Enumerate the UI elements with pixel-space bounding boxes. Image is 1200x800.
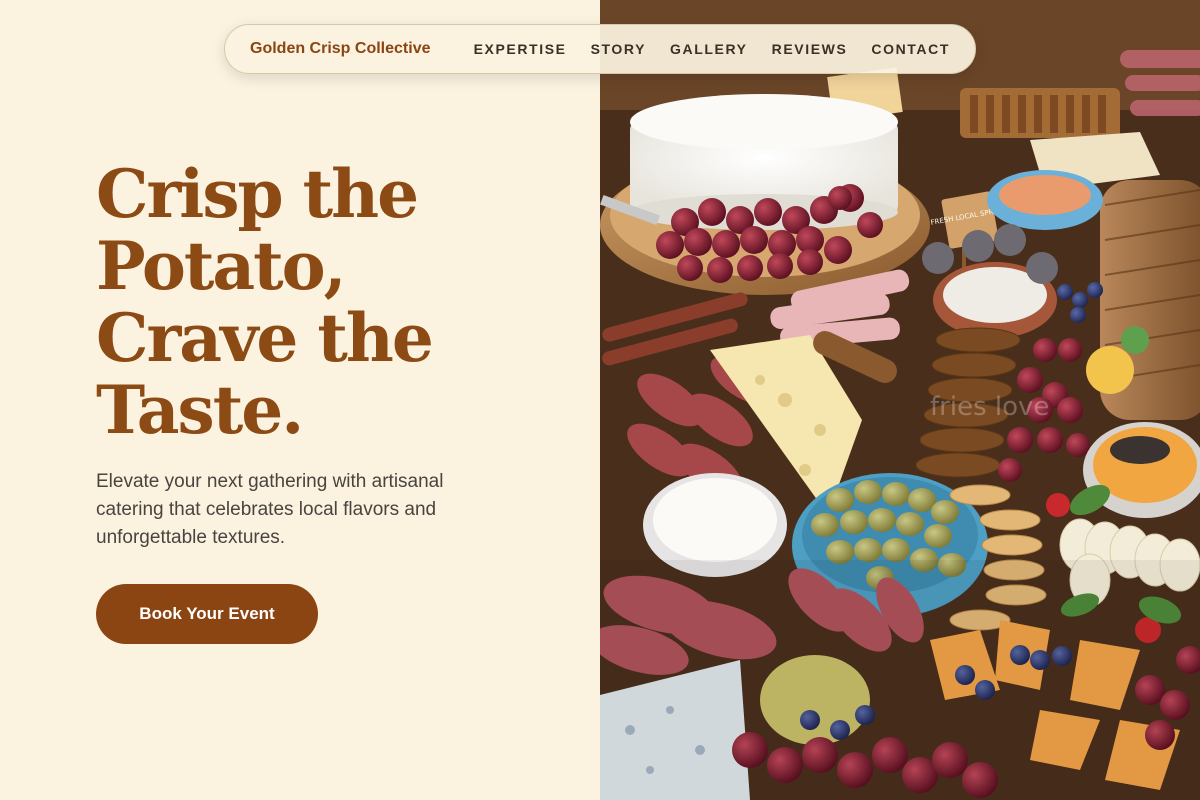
charcuterie-board-photo: FRESH LOCAL SPREAD fries love [600,0,1200,800]
book-event-button[interactable]: Book Your Event [96,584,318,644]
nav-link-story[interactable]: STORY [591,41,646,57]
hero-tagline: Elevate your next gathering with artisan… [96,471,444,548]
top-nav: Golden Crisp Collective EXPERTISE STORY … [224,24,976,74]
headline-line-3: Crave the [96,299,434,377]
nav-link-reviews[interactable]: REVIEWS [772,41,848,57]
hero-section: Crisp the Potato, Crave the Taste. Eleva… [0,0,600,800]
hero-headline: Crisp the Potato, Crave the Taste. [96,158,576,446]
charcuterie-photo: FRESH LOCAL SPREAD fries love [600,0,1200,800]
headline-line-4: Taste. [96,371,304,449]
nav-link-contact[interactable]: CONTACT [871,41,950,57]
photo-watermark: fries love [930,392,1049,422]
brand-logo-link[interactable]: Golden Crisp Collective [250,40,430,58]
headline-line-1: Crisp the [96,155,419,233]
nav-links: EXPERTISE STORY GALLERY REVIEWS CONTACT [474,41,950,57]
nav-link-gallery[interactable]: GALLERY [670,41,748,57]
headline-line-2: Potato, [96,227,347,305]
nav-link-expertise[interactable]: EXPERTISE [474,41,567,57]
